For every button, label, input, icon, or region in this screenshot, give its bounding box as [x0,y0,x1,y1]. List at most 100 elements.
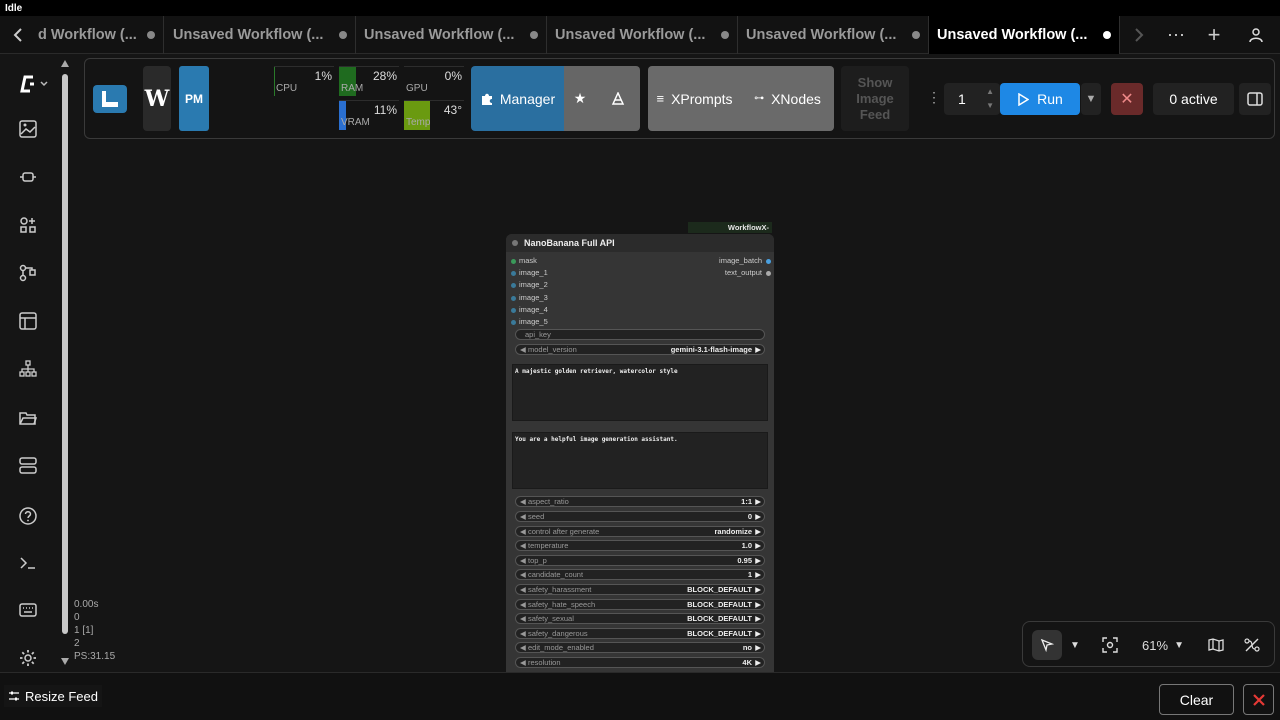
input-slot-image-1[interactable]: image_1 [511,268,548,277]
increment-icon[interactable]: ▶ [755,585,761,594]
star-icon[interactable]: ★ [564,66,596,131]
decrement-icon[interactable]: ◀ [520,600,526,609]
minimap-icon[interactable] [1201,630,1231,660]
show-image-feed-button[interactable]: Show Image Feed [841,66,909,131]
tab-workflow-2[interactable]: Unsaved Workflow (... [165,16,356,54]
batch-count-input[interactable]: 1 ▲ ▼ [944,83,1000,115]
active-queue-count[interactable]: 0 active [1153,83,1234,115]
model-share-icon[interactable] [596,66,640,131]
tab-workflow-1[interactable]: d Workflow (... [30,16,164,54]
prompt-textarea[interactable]: A majestic golden retriever, watercolor … [512,364,768,421]
settings-icon[interactable] [17,647,39,669]
keyboard-icon[interactable] [17,599,39,621]
lora-manager-logo[interactable] [93,85,127,113]
folder-icon[interactable] [17,407,39,429]
input-slot-image-2[interactable]: image_2 [511,280,548,289]
node-library-icon[interactable] [17,214,39,236]
decrement-icon[interactable]: ◀ [520,512,526,521]
layout-icon[interactable] [17,454,39,476]
input-slot-mask[interactable]: mask [511,256,537,265]
clear-feed-button[interactable]: Clear [1159,684,1234,715]
stepper-arrows-icon[interactable]: ▲ ▼ [986,85,994,113]
tab-workflow-5[interactable]: Unsaved Workflow (... [738,16,929,54]
w-logo[interactable]: W [143,66,171,131]
node-header[interactable]: NanoBanana Full API [506,234,774,252]
cancel-run-button[interactable]: ✕ [1111,83,1143,115]
hide-links-icon[interactable] [1237,630,1267,660]
model-version-select[interactable]: ◀ model_version gemini-3.1-flash-image ▶ [515,344,765,355]
decrement-icon[interactable]: ◀ [520,556,526,565]
increment-icon[interactable]: ▶ [755,541,761,550]
unsaved-dot-icon[interactable] [912,31,920,39]
output-slot-image-batch[interactable]: image_batch [719,256,771,265]
aspect-ratio-select[interactable]: ◀ aspect_ratio 1:1 ▶ [515,496,765,507]
fit-view-icon[interactable] [1095,630,1125,660]
decrement-icon[interactable]: ◀ [520,614,526,623]
decrement-icon[interactable]: ◀ [520,643,526,652]
scrollbar-thumb[interactable] [62,74,68,634]
terminal-icon[interactable] [17,552,39,574]
safety-sexual-select[interactable]: ◀ safety_sexual BLOCK_DEFAULT ▶ [515,613,765,624]
decrement-icon[interactable]: ◀ [520,497,526,506]
tool-menu-chevron-icon[interactable]: ▼ [1065,630,1085,660]
decrement-icon[interactable]: ◀ [520,585,526,594]
increment-icon[interactable]: ▶ [755,556,761,565]
templates-icon[interactable] [17,310,39,332]
more-options-icon[interactable]: ⋯ [1158,16,1194,54]
control-after-generate-select[interactable]: ◀ control after generate randomize ▶ [515,526,765,537]
tab-workflow-active[interactable]: Unsaved Workflow (... [929,16,1120,54]
manager-button[interactable]: Manager [471,66,564,131]
system-prompt-textarea[interactable]: You are a helpful image generation assis… [512,432,768,489]
unsaved-dot-icon[interactable] [1103,31,1111,39]
scroll-tabs-right-icon[interactable] [1121,16,1157,54]
input-slot-image-3[interactable]: image_3 [511,293,548,302]
candidate-count-input[interactable]: ◀ candidate_count 1 ▶ [515,569,765,580]
logo-icon[interactable] [18,73,50,95]
safety-dangerous-select[interactable]: ◀ safety_dangerous BLOCK_DEFAULT ▶ [515,628,765,639]
decrement-icon[interactable]: ◀ [520,570,526,579]
unsaved-dot-icon[interactable] [530,31,538,39]
increment-icon[interactable]: ▶ [755,512,761,521]
increment-icon[interactable]: ▶ [755,570,761,579]
top-p-input[interactable]: ◀ top_p 0.95 ▶ [515,555,765,566]
increment-icon[interactable]: ▶ [755,658,761,667]
increment-icon[interactable]: ▶ [755,643,761,652]
user-icon[interactable] [1238,16,1274,54]
model-icon[interactable] [17,166,39,188]
decrement-icon[interactable]: ◀ [520,345,526,354]
edit-mode-enabled-select[interactable]: ◀ edit_mode_enabled no ▶ [515,642,765,653]
run-button[interactable]: Run [1000,83,1080,115]
output-slot-text-output[interactable]: text_output [725,268,771,277]
increment-icon[interactable]: ▶ [755,614,761,623]
sidebar-scrollbar[interactable] [60,60,70,668]
increment-icon[interactable]: ▶ [755,497,761,506]
increment-icon[interactable]: ▶ [755,345,761,354]
nanobanana-node[interactable]: NanoBanana Full API mask image_1 image_2… [506,234,774,674]
workflows-icon[interactable] [17,262,39,284]
queue-icon[interactable] [17,358,39,380]
input-slot-image-4[interactable]: image_4 [511,305,548,314]
safety-hate-speech-select[interactable]: ◀ safety_hate_speech BLOCK_DEFAULT ▶ [515,599,765,610]
decrement-icon[interactable]: ◀ [520,629,526,638]
unsaved-dot-icon[interactable] [721,31,729,39]
resolution-select[interactable]: ◀ resolution 4K ▶ [515,657,765,668]
seed-input[interactable]: ◀ seed 0 ▶ [515,511,765,522]
xprompts-button[interactable]: ≡ XPrompts [648,66,741,131]
temperature-input[interactable]: ◀ temperature 1.0 ▶ [515,540,765,551]
increment-icon[interactable]: ▶ [755,600,761,609]
unsaved-dot-icon[interactable] [147,31,155,39]
increment-icon[interactable]: ▶ [755,629,761,638]
tab-workflow-3[interactable]: Unsaved Workflow (... [356,16,547,54]
input-slot-image-5[interactable]: image_5 [511,317,548,326]
new-tab-icon[interactable]: + [1196,16,1232,54]
close-feed-icon[interactable] [1243,684,1274,715]
scroll-down-icon[interactable] [61,658,69,665]
help-icon[interactable] [17,505,39,527]
increment-icon[interactable]: ▶ [755,527,761,536]
api-key-input[interactable]: api_key [515,329,765,340]
pm-logo[interactable]: PM [179,66,209,131]
images-icon[interactable] [17,118,39,140]
resize-feed-handle[interactable]: Resize Feed [4,685,102,707]
tab-workflow-4[interactable]: Unsaved Workflow (... [547,16,738,54]
decrement-icon[interactable]: ◀ [520,541,526,550]
